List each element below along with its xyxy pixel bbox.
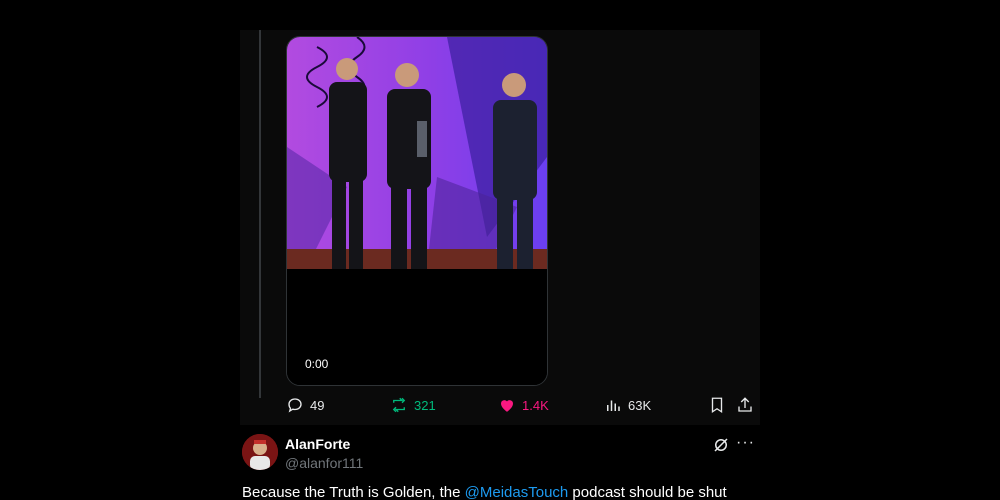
tweet-actions: 49 321 1.4K 63K bbox=[286, 396, 760, 416]
author-handle[interactable]: @alanfor111 bbox=[285, 455, 363, 471]
thread-line bbox=[259, 30, 261, 398]
tweet-text-before: Because the Truth is Golden, the bbox=[242, 484, 465, 500]
avatar-image bbox=[242, 434, 278, 470]
repost-icon bbox=[392, 397, 406, 413]
author-name[interactable]: AlanForte bbox=[285, 436, 350, 452]
video-timestamp: 0:00 bbox=[305, 357, 329, 371]
avatar[interactable] bbox=[242, 434, 278, 470]
reply-icon bbox=[288, 398, 302, 413]
video-frame bbox=[287, 37, 547, 385]
like-button[interactable]: 1.4K bbox=[498, 396, 549, 414]
repost-button[interactable]: 321 bbox=[390, 396, 436, 414]
reply-button[interactable]: 49 bbox=[286, 396, 324, 414]
share-button[interactable] bbox=[736, 396, 754, 414]
timeline-feed: 0:00 49 321 1.4K 63K AlanForte @alanfor1… bbox=[240, 30, 760, 500]
grok-icon[interactable] bbox=[712, 436, 730, 454]
share-icon bbox=[738, 397, 752, 412]
views-icon bbox=[607, 400, 620, 411]
views-count: 63K bbox=[628, 397, 652, 413]
bookmark-button[interactable] bbox=[708, 396, 726, 414]
more-icon[interactable]: ··· bbox=[736, 434, 755, 452]
like-count: 1.4K bbox=[522, 397, 549, 413]
bookmark-icon bbox=[711, 397, 723, 414]
reply-count: 49 bbox=[310, 397, 325, 413]
repost-count: 321 bbox=[414, 397, 436, 413]
next-tweet[interactable]: AlanForte @alanfor111 ··· Because the Tr… bbox=[240, 426, 760, 500]
tweet-text-after: podcast should be shut bbox=[568, 484, 727, 500]
like-icon bbox=[501, 400, 513, 412]
video-player[interactable]: 0:00 bbox=[286, 36, 548, 386]
views-button[interactable]: 63K bbox=[604, 396, 651, 414]
tweet-text: Because the Truth is Golden, the @Meidas… bbox=[242, 484, 727, 500]
mention-link[interactable]: @MeidasTouch bbox=[465, 484, 569, 500]
